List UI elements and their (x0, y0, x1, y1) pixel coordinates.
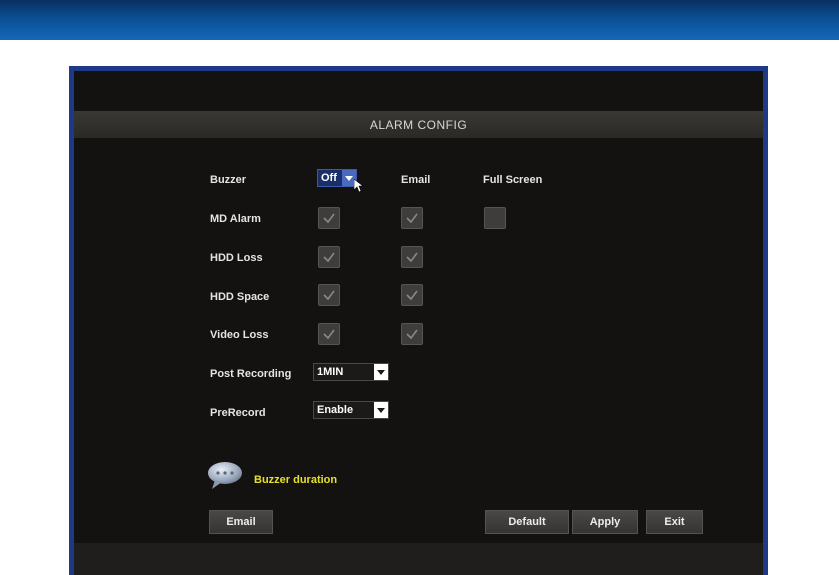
prerecord-label: PreRecord (210, 407, 266, 419)
post-recording-value: 1MIN (317, 366, 344, 378)
post-recording-label: Post Recording (210, 368, 292, 380)
mouse-cursor-icon (354, 179, 364, 193)
full-screen-column-header: Full Screen (483, 174, 543, 186)
email-button[interactable]: Email (209, 510, 273, 534)
md-alarm-label: MD Alarm (210, 213, 261, 225)
video-loss-label: Video Loss (210, 329, 269, 341)
tip-text: Buzzer duration (254, 474, 338, 486)
checkmark-icon (323, 290, 335, 301)
email-column-header: Email (401, 174, 431, 186)
chevron-down-icon (374, 402, 388, 418)
buzzer-value: Off (321, 172, 337, 184)
checkmark-icon (406, 252, 418, 263)
video-loss-email-checkbox[interactable] (401, 323, 423, 345)
hdd-space-email-checkbox[interactable] (401, 284, 423, 306)
md-alarm-full-screen-checkbox[interactable] (484, 207, 506, 229)
checkmark-icon (406, 290, 418, 301)
checkmark-icon (323, 213, 335, 224)
checkmark-icon (323, 329, 335, 340)
video-loss-buzzer-checkbox[interactable] (318, 323, 340, 345)
hdd-loss-buzzer-checkbox[interactable] (318, 246, 340, 268)
hdd-space-label: HDD Space (210, 291, 270, 303)
buzzer-label: Buzzer (210, 174, 247, 186)
post-recording-dropdown[interactable]: 1MIN (313, 363, 389, 381)
md-alarm-buzzer-checkbox[interactable] (318, 207, 340, 229)
hdd-loss-label: HDD Loss (210, 252, 263, 264)
chevron-down-icon (374, 364, 388, 380)
bottom-strip (74, 543, 763, 575)
dvr-monitor-frame: ALARM CONFIG Buzzer Off Email Full Scree… (69, 66, 768, 575)
top-banner (0, 0, 839, 40)
checkmark-icon (406, 329, 418, 340)
hdd-loss-email-checkbox[interactable] (401, 246, 423, 268)
speech-bubble-icon (208, 462, 242, 489)
prerecord-value: Enable (317, 404, 354, 416)
apply-button[interactable]: Apply (572, 510, 638, 534)
default-button[interactable]: Default (485, 510, 569, 534)
checkmark-icon (406, 213, 418, 224)
buzzer-dropdown[interactable]: Off (317, 169, 357, 187)
hdd-space-buzzer-checkbox[interactable] (318, 284, 340, 306)
checkmark-icon (323, 252, 335, 263)
alarm-config-screen: ALARM CONFIG Buzzer Off Email Full Scree… (74, 71, 763, 575)
window-title: ALARM CONFIG (369, 117, 468, 132)
exit-button[interactable]: Exit (646, 510, 703, 534)
md-alarm-email-checkbox[interactable] (401, 207, 423, 229)
window-title-bar: ALARM CONFIG (74, 111, 763, 138)
prerecord-dropdown[interactable]: Enable (313, 401, 389, 419)
